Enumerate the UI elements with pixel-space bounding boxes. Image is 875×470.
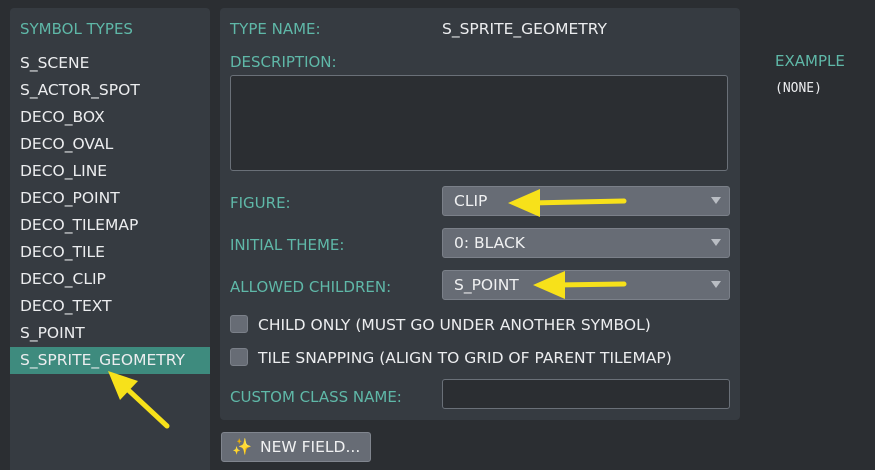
- description-label: DESCRIPTION:: [230, 53, 337, 71]
- sidebar-item-s-point[interactable]: S_POINT: [10, 320, 210, 347]
- sidebar-item-deco-line[interactable]: DECO_LINE: [10, 158, 210, 185]
- custom-class-name-input[interactable]: [442, 379, 730, 409]
- example-value: (NONE): [775, 81, 822, 96]
- child-only-label: CHILD ONLY (MUST GO UNDER ANOTHER SYMBOL…: [258, 316, 651, 334]
- allowed-children-select[interactable]: S_POINT: [442, 270, 730, 300]
- sidebar-item-deco-tilemap[interactable]: DECO_TILEMAP: [10, 212, 210, 239]
- example-title: EXAMPLE: [775, 52, 845, 70]
- child-only-checkbox[interactable]: [230, 315, 248, 333]
- tile-snapping-label: TILE SNAPPING (ALIGN TO GRID OF PARENT T…: [258, 349, 672, 367]
- type-name-value: S_SPRITE_GEOMETRY: [442, 20, 608, 38]
- sidebar-title: SYMBOL TYPES: [20, 20, 133, 38]
- symbol-types-sidebar: SYMBOL TYPES S_SCENE S_ACTOR_SPOT DECO_B…: [10, 8, 210, 470]
- chevron-down-icon: [711, 281, 721, 288]
- sidebar-item-deco-text[interactable]: DECO_TEXT: [10, 293, 210, 320]
- new-field-button[interactable]: ✨ NEW FIELD...: [221, 432, 371, 462]
- figure-label: FIGURE:: [230, 194, 291, 212]
- chevron-down-icon: [711, 197, 721, 204]
- type-name-label: TYPE NAME:: [230, 20, 321, 38]
- chevron-down-icon: [711, 239, 721, 246]
- sidebar-item-deco-box[interactable]: DECO_BOX: [10, 104, 210, 131]
- sidebar-item-deco-oval[interactable]: DECO_OVAL: [10, 131, 210, 158]
- initial-theme-select[interactable]: 0: BLACK: [442, 228, 730, 258]
- figure-select-value: CLIP: [454, 192, 488, 210]
- new-field-button-label: NEW FIELD...: [260, 438, 361, 456]
- sidebar-item-deco-clip[interactable]: DECO_CLIP: [10, 266, 210, 293]
- initial-theme-label: INITIAL THEME:: [230, 236, 345, 254]
- description-textarea[interactable]: [230, 75, 728, 171]
- symbol-type-editor-panel: TYPE NAME: S_SPRITE_GEOMETRY DESCRIPTION…: [220, 8, 740, 420]
- figure-select[interactable]: CLIP: [442, 186, 730, 216]
- custom-class-name-label: CUSTOM CLASS NAME:: [230, 388, 402, 406]
- sidebar-item-s-scene[interactable]: S_SCENE: [10, 50, 210, 77]
- allowed-children-select-value: S_POINT: [454, 276, 519, 294]
- sidebar-item-deco-tile[interactable]: DECO_TILE: [10, 239, 210, 266]
- sidebar-item-s-sprite-geometry[interactable]: S_SPRITE_GEOMETRY: [10, 347, 210, 374]
- allowed-children-label: ALLOWED CHILDREN:: [230, 278, 392, 296]
- tile-snapping-checkbox[interactable]: [230, 348, 248, 366]
- sparkles-icon: ✨: [232, 437, 252, 456]
- initial-theme-select-value: 0: BLACK: [454, 234, 525, 252]
- sidebar-item-deco-point[interactable]: DECO_POINT: [10, 185, 210, 212]
- sidebar-item-s-actor-spot[interactable]: S_ACTOR_SPOT: [10, 77, 210, 104]
